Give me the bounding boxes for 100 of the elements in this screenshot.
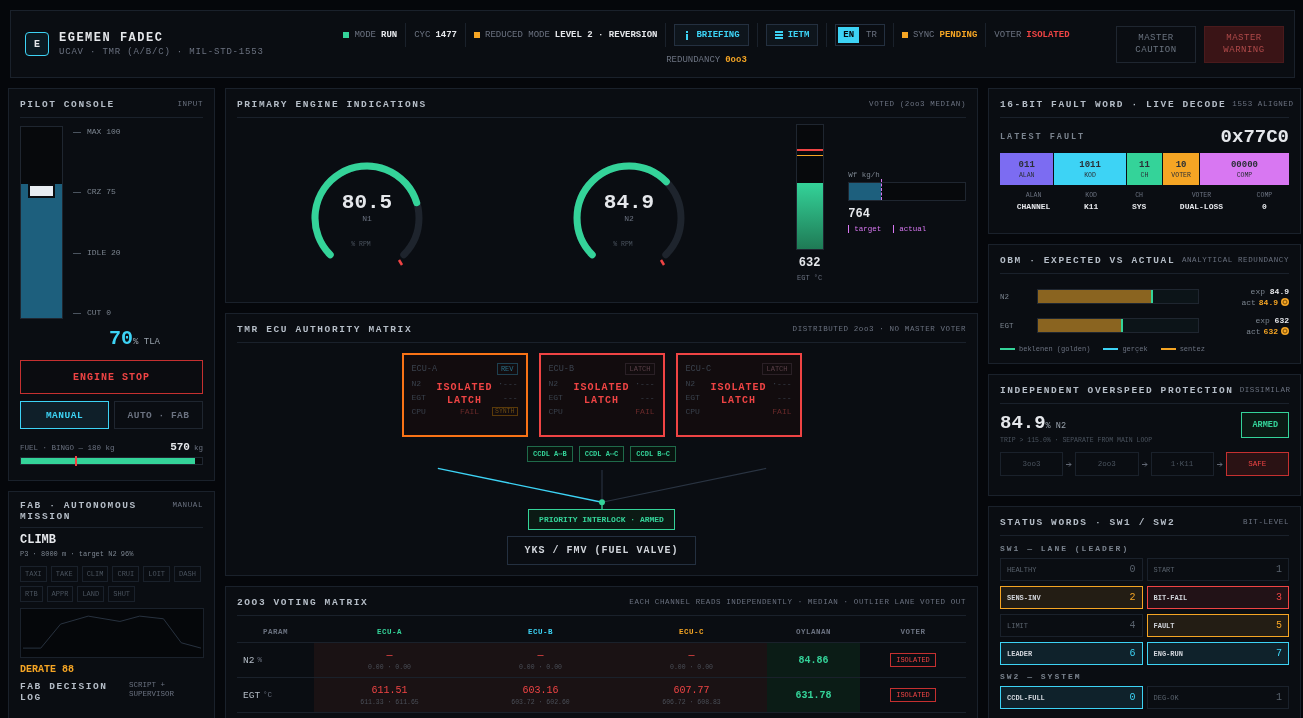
ecu-row-label: N2 xyxy=(411,378,422,388)
target-marker xyxy=(880,179,882,200)
expected-value: 632 xyxy=(1274,315,1289,325)
mode-toggle[interactable]: AUTO · FAB xyxy=(114,401,203,429)
fuel-valve-box: YKS / FMV (FUEL VALVE) xyxy=(507,536,696,565)
master-warning-button[interactable]: MASTER WARNING xyxy=(1204,25,1284,63)
throttle-track[interactable] xyxy=(20,126,63,319)
ecu-row-value: ·--- xyxy=(498,378,518,388)
redundancy-label: REDUNDANCY xyxy=(666,55,721,65)
ecu-row-value: FAIL xyxy=(772,406,792,416)
decode-value: CHANNEL xyxy=(1016,202,1051,211)
status-value: PENDING xyxy=(939,30,978,40)
table-cell: 84.86 xyxy=(767,643,860,678)
group-title: SW1 — LANE (LEADER) xyxy=(1000,544,1131,553)
fuel-value: 570 xyxy=(170,441,190,453)
fault-code: 0x77C0 xyxy=(1220,126,1289,148)
decode-value: DUAL-LOSS xyxy=(1179,202,1224,211)
throttle-tick: CUT 0 xyxy=(73,308,121,317)
arrow-icon xyxy=(1216,461,1223,467)
interlock-status: PRIORITY INTERLOCK · ARMED xyxy=(528,509,675,530)
ecu-row-value: --- xyxy=(640,392,655,402)
throttle-tick: CRZ 75 xyxy=(73,187,121,197)
throttle-tick: MAX 100 xyxy=(73,127,121,136)
logo-badge: E xyxy=(25,32,49,56)
isolated-latch-label: ISOLATED LATCH xyxy=(436,381,493,407)
gauge-value: 84.9 xyxy=(602,191,656,214)
status-value: 1477 xyxy=(435,30,458,40)
expected-value: 84.9 xyxy=(1269,286,1289,296)
throttle-unit: % TLA xyxy=(133,337,160,347)
obm-key: exp xyxy=(1255,315,1270,325)
panel-title: FAB · AUTONOMOUS MISSION xyxy=(20,500,138,522)
status-label: VOTER xyxy=(994,30,1022,40)
synthetic-icon xyxy=(1281,298,1289,306)
language-tab[interactable]: TR xyxy=(861,27,882,43)
app-title: EGEMEN FADEC xyxy=(59,31,165,45)
overspeed-unit: % N2 xyxy=(1045,421,1066,431)
log-title: FAB DECISION LOG xyxy=(20,681,109,703)
redundancy-value: 0oo3 xyxy=(725,55,747,65)
panel-title: INDEPENDENT OVERSPEED PROTECTION xyxy=(1000,385,1234,396)
fuel-flow-value: 764 xyxy=(848,207,871,221)
panel-title: OBM · EXPECTED VS ACTUAL xyxy=(1000,255,1176,266)
table-cell: 631.78 xyxy=(767,678,860,713)
actual-value: 84.9 xyxy=(1258,296,1278,308)
group-title: SW2 — SYSTEM xyxy=(1000,672,1083,681)
panel-title: TMR ECU AUTHORITY MATRIX xyxy=(237,324,413,335)
throttle-readout: 70 xyxy=(109,327,133,350)
gauge-value: 80.5 xyxy=(340,191,394,214)
engine-stop-button[interactable]: ENGINE STOP xyxy=(20,360,203,394)
mode-toggle[interactable]: MANUAL xyxy=(20,401,109,429)
isolated-latch-label: ISOLATED LATCH xyxy=(710,381,767,407)
status-value: ISOLATED xyxy=(1026,30,1070,40)
actual-value: 632 xyxy=(1263,325,1278,337)
list-icon xyxy=(774,31,783,39)
ecu-row-value: --- xyxy=(503,392,518,402)
header-button[interactable]: BRIEFING xyxy=(674,24,749,46)
phase-name: CLIMB xyxy=(20,533,57,547)
ecu-row-label: N2 xyxy=(685,378,696,388)
status-label: CYC xyxy=(414,30,431,40)
ecu-row-value: ·--- xyxy=(772,378,792,388)
obm-key: exp xyxy=(1250,286,1265,296)
ecu-row-value: FAIL xyxy=(635,406,655,416)
synthetic-icon xyxy=(1281,327,1289,335)
ecu-row-value: ·--- xyxy=(635,378,655,388)
master-caution-button[interactable]: MASTER CAUTION xyxy=(1116,25,1196,63)
panel-title: PRIMARY ENGINE INDICATIONS xyxy=(237,99,427,110)
latest-fault-label: LATEST FAULT xyxy=(1000,132,1086,142)
status-value: LEVEL 2 · REVERSION xyxy=(554,30,658,40)
panel-title: 16-BIT FAULT WORD · LIVE DECODE xyxy=(1000,99,1227,110)
language-tab[interactable]: EN xyxy=(838,27,860,43)
derate-label: DERATE 88 xyxy=(20,664,75,675)
egt-caution-line xyxy=(796,155,823,156)
status-value: RUN xyxy=(381,30,398,40)
panel-title: PILOT CONSOLE xyxy=(20,99,115,110)
isolated-latch-label: ISOLATED LATCH xyxy=(573,381,630,407)
status-label: MODE xyxy=(354,30,376,40)
status-label: SYNC xyxy=(912,30,935,40)
obm-key: act xyxy=(1246,325,1261,337)
gauge-label: N1 xyxy=(361,214,373,223)
decode-value: SYS xyxy=(1131,202,1147,211)
armed-badge: ARMED xyxy=(1241,412,1289,438)
ecu-row-value: --- xyxy=(777,392,792,402)
throttle-handle[interactable] xyxy=(28,184,55,199)
gauge-label: N2 xyxy=(623,214,635,223)
arrow-icon xyxy=(1141,461,1148,467)
obm-key: act xyxy=(1241,296,1256,308)
decode-value: K11 xyxy=(1083,202,1099,211)
panel-title: STATUS WORDS · SW1 / SW2 xyxy=(1000,517,1176,528)
ecu-row-value: FAIL xyxy=(459,406,480,416)
overspeed-value: 84.9 xyxy=(1000,412,1046,434)
throttle-tick: IDLE 20 xyxy=(73,247,121,257)
panel-title: 2OO3 VOTING MATRIX xyxy=(237,597,369,608)
status-label: REDUCED MODE xyxy=(485,30,550,40)
arrow-icon xyxy=(1066,461,1073,467)
app-subtitle: UCAV · TMR (A/B/C) · MIL-STD-1553 xyxy=(59,47,264,57)
header-button[interactable]: IETM xyxy=(765,24,819,46)
ecu-row-label: N2 xyxy=(548,378,559,388)
decode-value: 0 xyxy=(1261,202,1268,211)
egt-limit-line xyxy=(796,149,823,151)
bingo-marker xyxy=(75,456,78,466)
egt-value: 632 xyxy=(798,256,821,270)
